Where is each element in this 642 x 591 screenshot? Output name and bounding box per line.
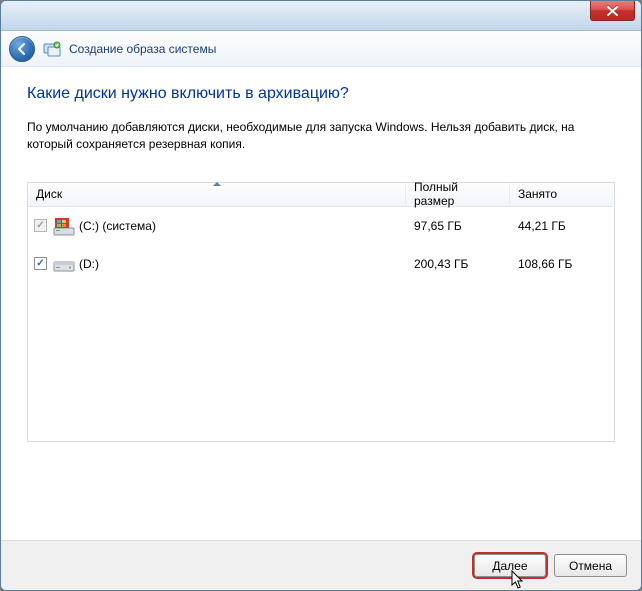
- cell-disk: (C:) (система): [28, 216, 406, 236]
- section-title: Какие диски нужно включить в архивацию?: [27, 85, 615, 103]
- header-title: Создание образа системы: [69, 42, 216, 56]
- cell-disk: (D:): [28, 254, 406, 274]
- column-header-used[interactable]: Занято: [510, 183, 614, 206]
- cell-total-size: 97,65 ГБ: [406, 219, 510, 233]
- drive-name: (C:) (система): [79, 219, 156, 233]
- table-row[interactable]: (D:) 200,43 ГБ108,66 ГБ: [28, 245, 614, 283]
- column-label: Занято: [518, 187, 557, 201]
- header-bar: Создание образа системы: [1, 31, 641, 67]
- system-image-icon: [43, 40, 61, 58]
- column-label: Полный размер: [414, 180, 501, 208]
- drive-name: (D:): [79, 257, 99, 271]
- cell-total-size: 200,43 ГБ: [406, 257, 510, 271]
- window-titlebar: [1, 1, 641, 31]
- wizard-window: Создание образа системы Какие диски нужн…: [0, 0, 642, 591]
- next-button[interactable]: Далее: [474, 554, 546, 577]
- button-label: Далее: [492, 559, 527, 573]
- sort-ascending-icon: [213, 182, 221, 186]
- close-icon: [607, 6, 618, 16]
- cell-used-size: 44,21 ГБ: [510, 219, 614, 233]
- footer-bar: Далее Отмена: [1, 540, 641, 590]
- close-button[interactable]: [590, 1, 635, 21]
- drive-icon: [53, 254, 73, 274]
- table-body: (C:) (система) 97,65 ГБ44,21 ГБ (D:) 200,43…: [28, 207, 614, 441]
- back-button[interactable]: [9, 36, 35, 62]
- table-row[interactable]: (C:) (система) 97,65 ГБ44,21 ГБ: [28, 207, 614, 245]
- cursor-icon: [511, 570, 527, 590]
- section-description: По умолчанию добавляются диски, необходи…: [27, 119, 587, 154]
- drive-checkbox[interactable]: [34, 257, 47, 270]
- drive-checkbox: [34, 219, 47, 232]
- cell-used-size: 108,66 ГБ: [510, 257, 614, 271]
- column-header-disk[interactable]: Диск: [28, 183, 406, 206]
- column-header-total[interactable]: Полный размер: [406, 183, 510, 206]
- back-arrow-icon: [15, 42, 29, 56]
- column-label: Диск: [36, 187, 62, 201]
- button-label: Отмена: [569, 559, 612, 573]
- drives-table: Диск Полный размер Занято (C:) (система)…: [27, 182, 615, 442]
- content-area: Какие диски нужно включить в архивацию? …: [1, 67, 641, 540]
- table-header: Диск Полный размер Занято: [28, 183, 614, 207]
- system-drive-icon: [53, 216, 73, 236]
- cancel-button[interactable]: Отмена: [554, 554, 627, 577]
